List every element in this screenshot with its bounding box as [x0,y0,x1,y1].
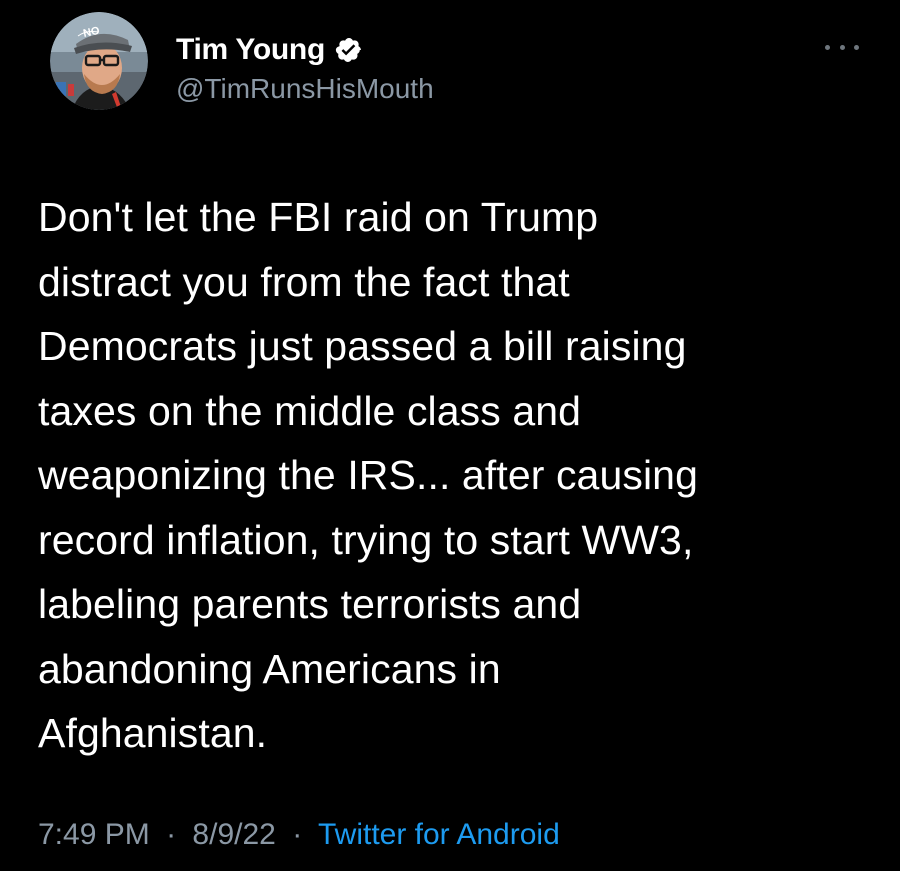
separator: · [292,818,303,851]
dot [854,44,859,50]
avatar[interactable]: NO [50,12,148,110]
tweet-text: Don't let the FBI raid on Trump distract… [38,194,698,756]
dot [825,44,830,50]
tweet-date[interactable]: 8/9/22 [192,818,275,851]
user-handle[interactable]: @TimRunsHisMouth [176,73,434,105]
tweet-meta: 7:49 PM · 8/9/22 · Twitter for Android [38,818,560,852]
tweet-time[interactable]: 7:49 PM [38,818,150,851]
tweet-card: NO Tim Young @TimRunsHisMouth Don't let … [0,0,900,871]
separator: · [166,818,177,851]
dot [839,44,845,50]
ellipsis-icon[interactable] [825,36,859,58]
author-info: Tim Young @TimRunsHisMouth [176,30,434,105]
verified-badge-icon [335,36,363,64]
name-row: Tim Young [176,30,434,70]
profile-photo-icon: NO [50,12,148,110]
tweet-source-link[interactable]: Twitter for Android [318,818,560,851]
display-name[interactable]: Tim Young [176,33,325,67]
